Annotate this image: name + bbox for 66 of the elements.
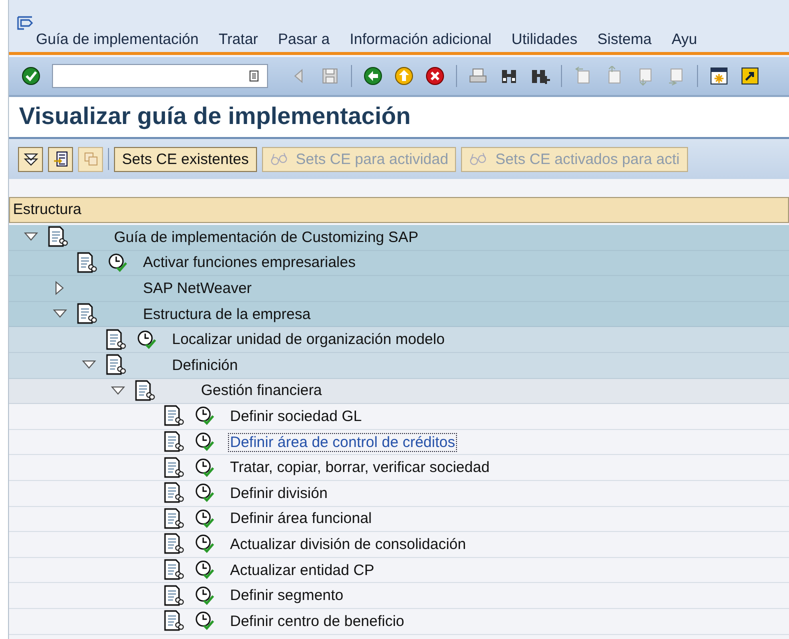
clock-check-icon[interactable] [195, 560, 215, 580]
document-arrow-button[interactable] [48, 146, 73, 172]
toolbar-button[interactable]: Sets CE existentes [114, 146, 257, 172]
menu-item[interactable]: Ayu [672, 30, 698, 52]
clock-check-icon[interactable] [137, 330, 157, 350]
glasses-icon [469, 152, 488, 166]
clock-check-icon[interactable] [195, 458, 215, 478]
tree-node[interactable]: SAP NetWeaver [141, 278, 254, 298]
document-icon[interactable] [105, 354, 127, 376]
tree-node[interactable]: Estructura de la empresa [141, 304, 313, 324]
clock-check-icon[interactable] [195, 483, 215, 504]
cancel-icon[interactable] [425, 66, 445, 86]
document-icon[interactable] [105, 328, 127, 351]
document-icon[interactable] [134, 380, 156, 402]
clock-check-icon[interactable] [195, 406, 215, 426]
glasses-icon [270, 152, 288, 166]
enter-icon[interactable] [21, 66, 41, 86]
menu-item[interactable]: Pasar a [278, 30, 330, 52]
tree-node[interactable]: Actualizar división de consolidación [228, 534, 468, 554]
tree-node[interactable]: Definir área de control de créditos [228, 432, 458, 452]
history-icon[interactable] [249, 70, 259, 82]
document-icon[interactable] [76, 303, 98, 326]
menu-item[interactable]: Sistema [597, 30, 652, 52]
document-icon[interactable] [163, 559, 185, 582]
document-icon[interactable] [163, 405, 185, 428]
document-icon[interactable] [163, 508, 185, 530]
up-icon[interactable] [394, 66, 414, 86]
column-header: Estructura [9, 197, 789, 223]
tree-node[interactable]: Tratar, copiar, borrar, verificar sociedad [228, 458, 492, 478]
tree-node[interactable]: Definir área funcional [228, 509, 374, 528]
back-icon[interactable] [363, 66, 383, 86]
clock-check-icon[interactable] [195, 611, 215, 632]
clock-check-icon[interactable] [195, 508, 215, 529]
double-triangle-icon [22, 151, 38, 167]
menu-item[interactable]: Utilidades [512, 30, 578, 52]
document-icon[interactable] [47, 226, 69, 248]
menu-item[interactable]: Guía de implementación [36, 30, 199, 52]
copy-icon [82, 151, 98, 167]
command-field[interactable] [52, 64, 268, 88]
window-icon[interactable] [709, 66, 729, 86]
tree-node[interactable]: Definir segmento [228, 586, 346, 606]
expand-all-button[interactable] [18, 146, 43, 172]
save-icon[interactable] [320, 66, 340, 86]
document-arrow-icon [52, 151, 68, 167]
tree-node[interactable]: Gestión financiera [199, 381, 324, 400]
menu-item[interactable]: Tratar [218, 30, 258, 52]
document-icon[interactable] [76, 252, 98, 274]
tree-node[interactable]: Definir sociedad GL [228, 406, 364, 426]
document-icon[interactable] [163, 610, 185, 632]
document-icon[interactable] [163, 431, 185, 454]
document-icon[interactable] [163, 456, 185, 479]
tree-node[interactable]: Actualizar entidad CP [228, 560, 376, 580]
menu-item[interactable]: Información adicional [350, 30, 492, 52]
tree-node[interactable]: Definición [170, 356, 240, 375]
shortcut-icon[interactable] [740, 66, 760, 86]
screen-title: Visualizar guía de implementación [19, 102, 412, 132]
clock-check-icon[interactable] [195, 534, 215, 554]
tree-node[interactable]: Definir centro de beneficio [228, 612, 406, 631]
system-menu-icon[interactable] [17, 16, 33, 30]
clock-check-icon[interactable] [108, 252, 128, 273]
document-icon[interactable] [163, 482, 185, 504]
clock-check-icon[interactable] [195, 432, 215, 452]
document-icon[interactable] [163, 584, 185, 607]
tree-node[interactable]: Definir división [228, 484, 330, 503]
document-icon[interactable] [163, 533, 185, 556]
clock-check-icon[interactable] [195, 586, 215, 606]
